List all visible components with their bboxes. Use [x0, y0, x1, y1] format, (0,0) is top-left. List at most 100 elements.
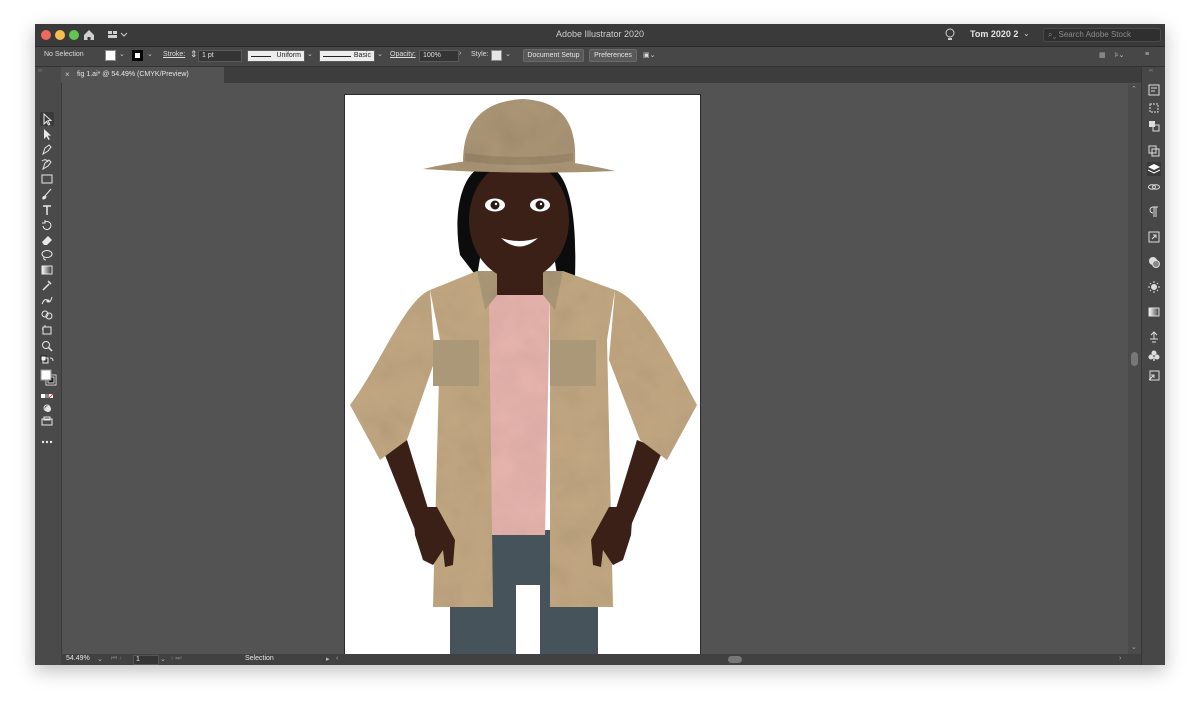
stroke-chevron-icon[interactable]: ⌄ [147, 50, 153, 58]
symbols-panel-icon[interactable] [1147, 348, 1161, 362]
left-pocket[interactable] [433, 340, 479, 386]
eyedropper-tool-icon[interactable] [40, 278, 54, 292]
rotate-tool-icon[interactable] [40, 218, 54, 232]
character-illustration[interactable] [345, 95, 701, 655]
status-bar: 54.49% ⌄ ⏮ ‹ 1 ⌄ › ⏭ Selection ▸ ‹ › [61, 654, 1141, 665]
zoom-chevron-icon[interactable]: ⌄ [97, 655, 103, 663]
search-adobe-stock-input[interactable]: ⌕⌄ Search Adobe Stock [1043, 28, 1161, 42]
transform-icon[interactable]: ⊧⌄ [1115, 51, 1125, 59]
artboard-number-field[interactable]: 1 [133, 655, 159, 665]
face[interactable] [469, 160, 569, 280]
stroke-stepper-icon[interactable]: ⇕ [190, 49, 198, 60]
brushes-panel-icon[interactable] [1147, 330, 1161, 344]
current-tool-status: Selection [245, 655, 274, 662]
panel-grip-icon[interactable]: ›› [38, 68, 42, 74]
scroll-right-icon[interactable]: › [1119, 655, 1121, 662]
close-tab-icon[interactable]: × [65, 70, 70, 79]
opacity-field[interactable]: 100% [419, 50, 459, 62]
layers-panel-icon[interactable] [1147, 162, 1161, 176]
zoom-level[interactable]: 54.49% [66, 655, 90, 662]
search-icon: ⌕⌄ [1048, 30, 1059, 39]
gradient-tool-icon[interactable] [40, 263, 54, 277]
stroke-label[interactable]: Stroke: [163, 51, 185, 58]
artboard-tool-icon[interactable] [40, 323, 54, 337]
stroke-weight-field[interactable]: 1 pt [198, 50, 242, 62]
first-artboard-icon[interactable]: ⏮ ‹ [111, 655, 122, 663]
puppet-warp-tool-icon[interactable] [40, 293, 54, 307]
drawing-modes-icon[interactable] [40, 401, 54, 415]
selection-tool-icon[interactable] [40, 112, 54, 126]
variable-width-profile-select[interactable]: Uniform [247, 50, 305, 62]
screen-mode-icon[interactable] [40, 415, 54, 429]
arrange-documents-icon[interactable]: ▣⌄ [643, 51, 655, 59]
rectangle-tool-icon[interactable] [40, 172, 54, 186]
style-chevron-icon[interactable]: ⌄ [505, 50, 511, 58]
right-panel-dock: ‹‹ [1141, 67, 1165, 665]
scroll-left-icon[interactable]: ‹ [336, 655, 338, 662]
export-panel-icon[interactable] [1147, 230, 1161, 244]
artboard-chevron-icon[interactable]: ⌄ [160, 655, 166, 663]
gradient-panel-icon[interactable] [1147, 305, 1161, 319]
shirt[interactable] [485, 295, 550, 535]
lightbulb-icon[interactable] [943, 27, 957, 43]
pathfinder-panel-icon[interactable] [1147, 144, 1161, 158]
eraser-tool-icon[interactable] [40, 233, 54, 247]
graphic-style-swatch[interactable] [491, 50, 502, 61]
selection-status: No Selection [44, 51, 84, 58]
preferences-button[interactable]: Preferences [589, 49, 637, 62]
illustrator-window: Adobe Illustrator 2020 Tom 2020 2 ⌄ ⌕⌄ S… [35, 24, 1165, 665]
brush-definition-value: Basic [353, 52, 371, 59]
style-label: Style: [471, 51, 489, 58]
shape-builder-tool-icon[interactable] [40, 308, 54, 322]
default-fill-stroke-icon[interactable] [40, 355, 54, 369]
properties-panel-icon[interactable] [1147, 83, 1161, 97]
artboard[interactable] [344, 94, 701, 655]
right-pocket[interactable] [550, 340, 596, 386]
document-tab[interactable]: × fig 1.ai* @ 54.49% (CMYK/Preview) [61, 67, 224, 83]
vertical-scroll-thumb[interactable] [1131, 352, 1138, 366]
align-icon[interactable]: ▦ [1099, 51, 1106, 59]
lasso-tool-icon[interactable] [40, 248, 54, 262]
scroll-down-icon[interactable]: ⌄ [1131, 643, 1137, 651]
tools-panel: ›› [35, 67, 62, 665]
more-tools-icon[interactable] [40, 435, 54, 449]
pen-tool-icon[interactable] [40, 142, 54, 156]
status-arrow-icon[interactable]: ▸ [326, 655, 330, 663]
fill-swatch[interactable] [105, 50, 116, 61]
stroke-line-preview [251, 56, 271, 57]
control-bar: No Selection ⌄ ⌄ Stroke: ⇕ 1 pt Uniform … [35, 47, 1165, 67]
canvas-area[interactable] [62, 84, 1132, 655]
appearance-panel-icon[interactable] [1147, 280, 1161, 294]
brush-definition-select[interactable]: Basic [319, 50, 375, 62]
horizontal-scroll-thumb[interactable] [728, 656, 742, 663]
hat[interactable] [423, 99, 615, 173]
color-panel-icon[interactable] [1147, 255, 1161, 269]
panel-collapse-icon[interactable]: ‹‹ [1149, 68, 1153, 74]
profile-chevron-icon[interactable]: ⌄ [307, 50, 313, 58]
workspace-name[interactable]: Tom 2020 2 [970, 29, 1018, 39]
vertical-scrollbar[interactable]: ⌃ ⌄ [1128, 84, 1141, 654]
panel-menu-icon[interactable]: ≡ [1145, 51, 1149, 58]
document-tab-bar: × fig 1.ai* @ 54.49% (CMYK/Preview) [61, 67, 1141, 83]
stroke-swatch[interactable] [132, 50, 143, 61]
transform-panel-icon[interactable] [1147, 101, 1161, 115]
next-artboard-icon[interactable]: › ⏭ [171, 655, 182, 663]
opacity-arrow-icon[interactable]: › [459, 50, 461, 57]
direct-selection-tool-icon[interactable] [40, 127, 54, 141]
scroll-up-icon[interactable]: ⌃ [1131, 85, 1137, 93]
chevron-down-icon[interactable]: ⌄ [1023, 29, 1030, 38]
curvature-tool-icon[interactable] [40, 157, 54, 171]
type-tool-icon[interactable] [40, 203, 54, 217]
paintbrush-tool-icon[interactable] [40, 187, 54, 201]
fill-stroke-indicator-icon[interactable] [40, 369, 58, 387]
variable-width-profile-value: Uniform [276, 52, 301, 59]
document-setup-button[interactable]: Document Setup [523, 49, 584, 62]
fill-chevron-icon[interactable]: ⌄ [119, 50, 125, 58]
zoom-tool-icon[interactable] [40, 339, 54, 353]
align-panel-icon[interactable] [1147, 119, 1161, 133]
brush-chevron-icon[interactable]: ⌄ [377, 50, 383, 58]
opacity-label[interactable]: Opacity: [390, 51, 416, 58]
links-panel-icon[interactable] [1147, 180, 1161, 194]
asset-export-panel-icon[interactable] [1147, 368, 1161, 382]
paragraph-panel-icon[interactable] [1147, 205, 1161, 219]
